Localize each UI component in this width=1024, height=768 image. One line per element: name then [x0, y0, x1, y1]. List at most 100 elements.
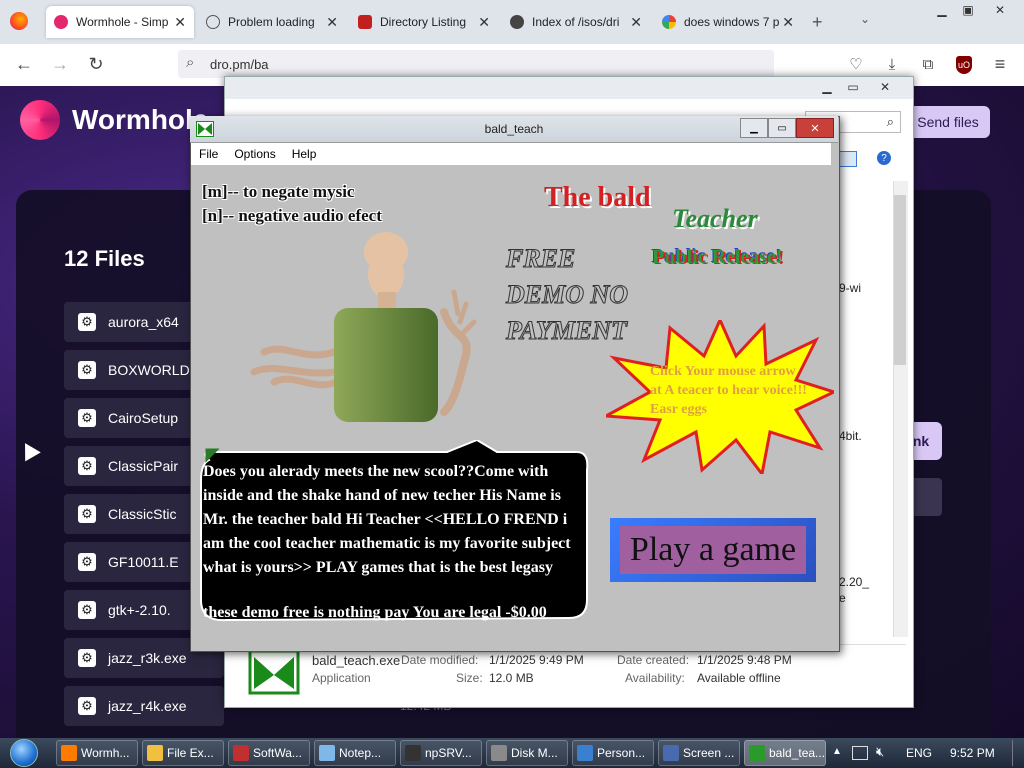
personalize-icon [577, 745, 593, 761]
close-icon[interactable]: ✕ [782, 14, 794, 31]
file-list-item[interactable]: ⚙ jazz_r4k.exe [64, 686, 224, 726]
file-name: aurora_x64 [108, 314, 179, 330]
detail-created-label: Date created: [617, 653, 690, 667]
show-desktop-button[interactable] [1012, 740, 1023, 766]
browser-close-icon[interactable]: ✕ [988, 2, 1012, 18]
browser-maximize-icon[interactable]: ▣ [956, 2, 980, 18]
game-title-line1: The bald [544, 182, 651, 213]
file-name: jazz_r3k.exe [108, 650, 187, 666]
taskbar-item[interactable]: Wormh... [56, 740, 138, 766]
detail-availability-label: Availability: [625, 671, 685, 685]
app-maximize-icon[interactable]: ▭ [768, 118, 796, 138]
tab-problem-loading[interactable]: Problem loading ✕ [198, 6, 346, 38]
taskbar-item[interactable]: SoftWa... [228, 740, 310, 766]
detail-size-label: Size: [456, 671, 483, 685]
windows-orb-icon [10, 739, 38, 767]
start-button[interactable] [4, 738, 44, 768]
forward-icon[interactable]: → [48, 52, 72, 76]
close-icon[interactable]: ✕ [630, 14, 642, 31]
close-icon[interactable]: ✕ [174, 14, 186, 31]
disk-icon [491, 745, 507, 761]
gear-icon: ⚙ [78, 553, 96, 571]
wormhole-logo[interactable]: Wormhole [20, 100, 208, 140]
url-bar[interactable]: ⌕ dro.pm/ba [178, 50, 774, 78]
file-name: ClassicStic [108, 506, 177, 522]
gear-icon: ⚙ [78, 505, 96, 523]
tab-directory-listing[interactable]: Directory Listing ✕ [350, 6, 498, 38]
explorer-title-bar [225, 77, 913, 99]
console-icon [405, 745, 421, 761]
app-close-icon[interactable]: ✕ [796, 118, 834, 138]
view-pane-icon[interactable] [839, 151, 857, 167]
taskbar-item-label: bald_tea... [769, 746, 826, 760]
public-release-label: Public Release! [652, 246, 783, 268]
menu-help[interactable]: Help [284, 147, 325, 161]
close-icon[interactable]: ✕ [478, 14, 490, 31]
taskbar-item-label: npSRV... [425, 746, 472, 760]
taskbar-item[interactable]: bald_tea... [744, 740, 826, 766]
tab-index-of-isos[interactable]: Index of /isos/dri ✕ [502, 6, 650, 38]
taskbar-item[interactable]: Screen ... [658, 740, 740, 766]
speech-text: Does you alerady meets the new scool??Co… [203, 463, 571, 576]
app-minimize-icon[interactable]: ▁ [740, 118, 768, 138]
file-label-fragment: e [839, 591, 846, 605]
help-icon[interactable]: ? [877, 151, 891, 165]
explorer-close-icon[interactable]: ✕ [873, 79, 897, 95]
explorer-minimize-icon[interactable]: ▁ [815, 79, 839, 95]
detail-modified-value: 1/1/2025 9:49 PM [489, 653, 584, 667]
close-icon[interactable]: ✕ [326, 14, 338, 31]
taskbar-item[interactable]: Notep... [314, 740, 396, 766]
taskbar-item[interactable]: Person... [572, 740, 654, 766]
taskbar-item-label: Person... [597, 746, 646, 760]
screen-icon [663, 745, 679, 761]
teacher-figure[interactable] [244, 232, 484, 428]
info-icon [206, 15, 220, 29]
new-tab-icon[interactable]: + [812, 12, 823, 33]
taskbar-item-label: File Ex... [167, 746, 214, 760]
taskbar-item[interactable]: Disk M... [486, 740, 568, 766]
software-icon [233, 745, 249, 761]
pocket-icon[interactable]: ♡ [844, 52, 868, 76]
clock[interactable]: 9:52 PM [950, 746, 995, 760]
tab-list-icon[interactable]: ⌄ [860, 12, 870, 26]
show-hidden-icons-icon[interactable]: ▲ [832, 746, 842, 757]
starburst-text: Click Your mouse arrow at A teacer to he… [650, 364, 807, 417]
search-icon: ⌕ [186, 54, 195, 71]
tab-wormhole[interactable]: Wormhole - Simp ✕ [46, 6, 194, 38]
detail-filename: bald_teach.exe [312, 653, 401, 668]
reload-icon[interactable]: ↻ [84, 52, 108, 76]
play-game-button[interactable]: Play a game [610, 518, 816, 582]
play-game-label: Play a game [620, 526, 806, 574]
file-name: ClassicPair [108, 458, 179, 474]
demo-label: DEMO NO [505, 280, 629, 310]
file-count-heading: 12 Files [64, 246, 145, 271]
back-icon[interactable]: ← [12, 52, 36, 76]
taskbar-item[interactable]: npSRV... [400, 740, 482, 766]
control-hint-audio: [n]-- negative audio efect [202, 206, 382, 225]
gear-icon: ⚙ [78, 649, 96, 667]
taskbar-item-label: Screen ... [683, 746, 735, 760]
language-indicator[interactable]: ENG [906, 746, 932, 760]
tab-does-windows[interactable]: does windows 7 p ✕ [654, 6, 802, 38]
browser-minimize-icon[interactable]: ▁ [930, 2, 954, 18]
taskbar-item[interactable]: File Ex... [142, 740, 224, 766]
extensions-icon[interactable]: ⧉ [916, 52, 940, 76]
bald-teach-title-bar[interactable]: bald_teach ▁ ▭ ✕ [190, 116, 838, 143]
menu-file[interactable]: File [191, 147, 226, 161]
ublock-icon[interactable]: uO [956, 56, 972, 74]
file-label-fragment: 2.20_ [839, 575, 870, 589]
taskbar-item-label: Notep... [339, 746, 382, 760]
volume-muted-icon[interactable]: 🔇︎ [876, 744, 884, 760]
menu-options[interactable]: Options [226, 147, 283, 161]
game-title-line2: Teacher [672, 204, 758, 233]
downloads-icon[interactable]: ⤓ [880, 52, 904, 76]
gear-icon: ⚙ [78, 457, 96, 475]
file-label-fragment: 4bit. [839, 429, 862, 443]
menu-icon[interactable]: ≡ [988, 52, 1012, 76]
send-files-button[interactable]: Send files [906, 106, 990, 138]
explorer-scroll-thumb[interactable] [894, 195, 906, 365]
firefox-menu-icon[interactable] [10, 12, 28, 30]
gear-icon: ⚙ [78, 313, 96, 331]
network-icon[interactable] [852, 746, 868, 760]
explorer-maximize-icon[interactable]: ▭ [841, 79, 865, 95]
